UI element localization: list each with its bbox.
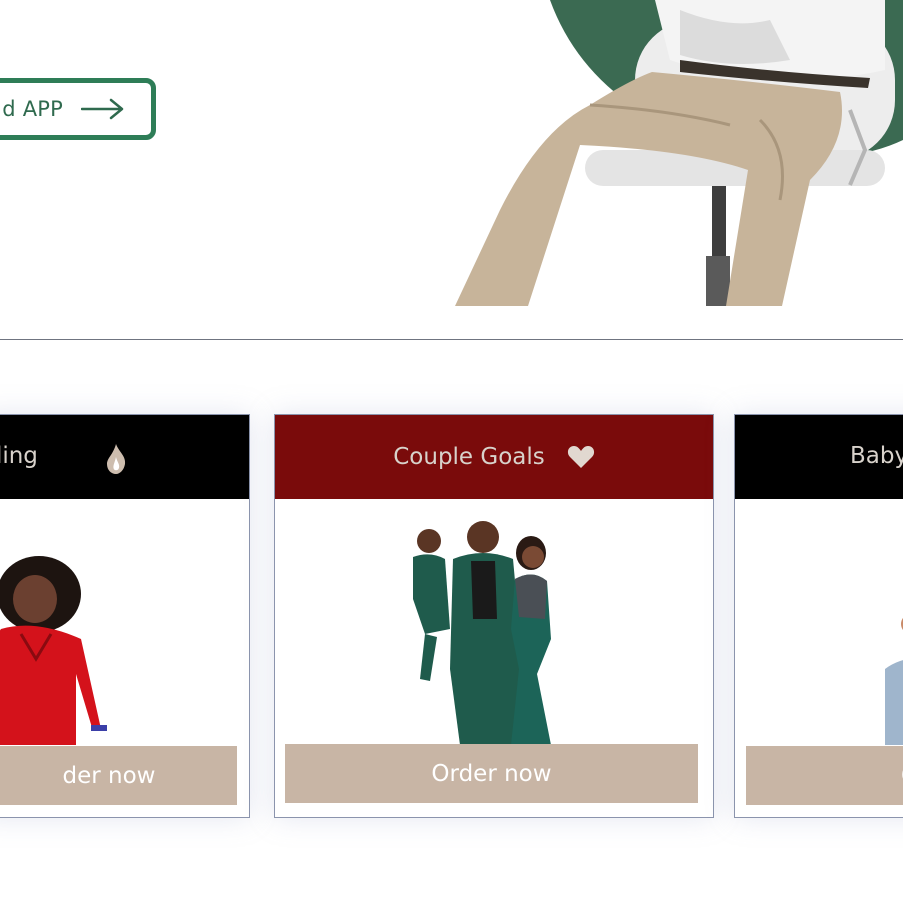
download-app-label: d APP bbox=[2, 97, 63, 121]
section-divider bbox=[0, 339, 903, 340]
order-now-button[interactable]: O bbox=[746, 746, 903, 805]
card-title: Couple Goals bbox=[393, 444, 545, 470]
heart-icon bbox=[567, 446, 594, 468]
card-header: Baby bbox=[735, 415, 903, 499]
category-card-trending[interactable]: ending der now bbox=[0, 414, 250, 818]
product-image-couple bbox=[413, 521, 551, 745]
card-title: Baby bbox=[850, 443, 903, 469]
hero-section: d APP bbox=[0, 0, 903, 340]
product-image-baby bbox=[885, 618, 903, 745]
category-card-baby[interactable]: Baby O bbox=[734, 414, 903, 818]
card-header: ending bbox=[0, 415, 249, 499]
hero-model-image bbox=[455, 0, 903, 306]
flame-icon bbox=[107, 444, 126, 474]
card-title: ending bbox=[0, 443, 38, 469]
category-card-couple-goals[interactable]: Couple Goals Order now bbox=[274, 414, 714, 818]
order-now-button[interactable]: Order now bbox=[285, 744, 698, 803]
card-header: Couple Goals bbox=[275, 415, 713, 499]
product-image-red-dress bbox=[0, 556, 107, 745]
download-app-button[interactable]: d APP bbox=[0, 78, 156, 140]
arrow-right-icon bbox=[81, 98, 124, 120]
order-now-button[interactable]: der now bbox=[0, 746, 237, 805]
